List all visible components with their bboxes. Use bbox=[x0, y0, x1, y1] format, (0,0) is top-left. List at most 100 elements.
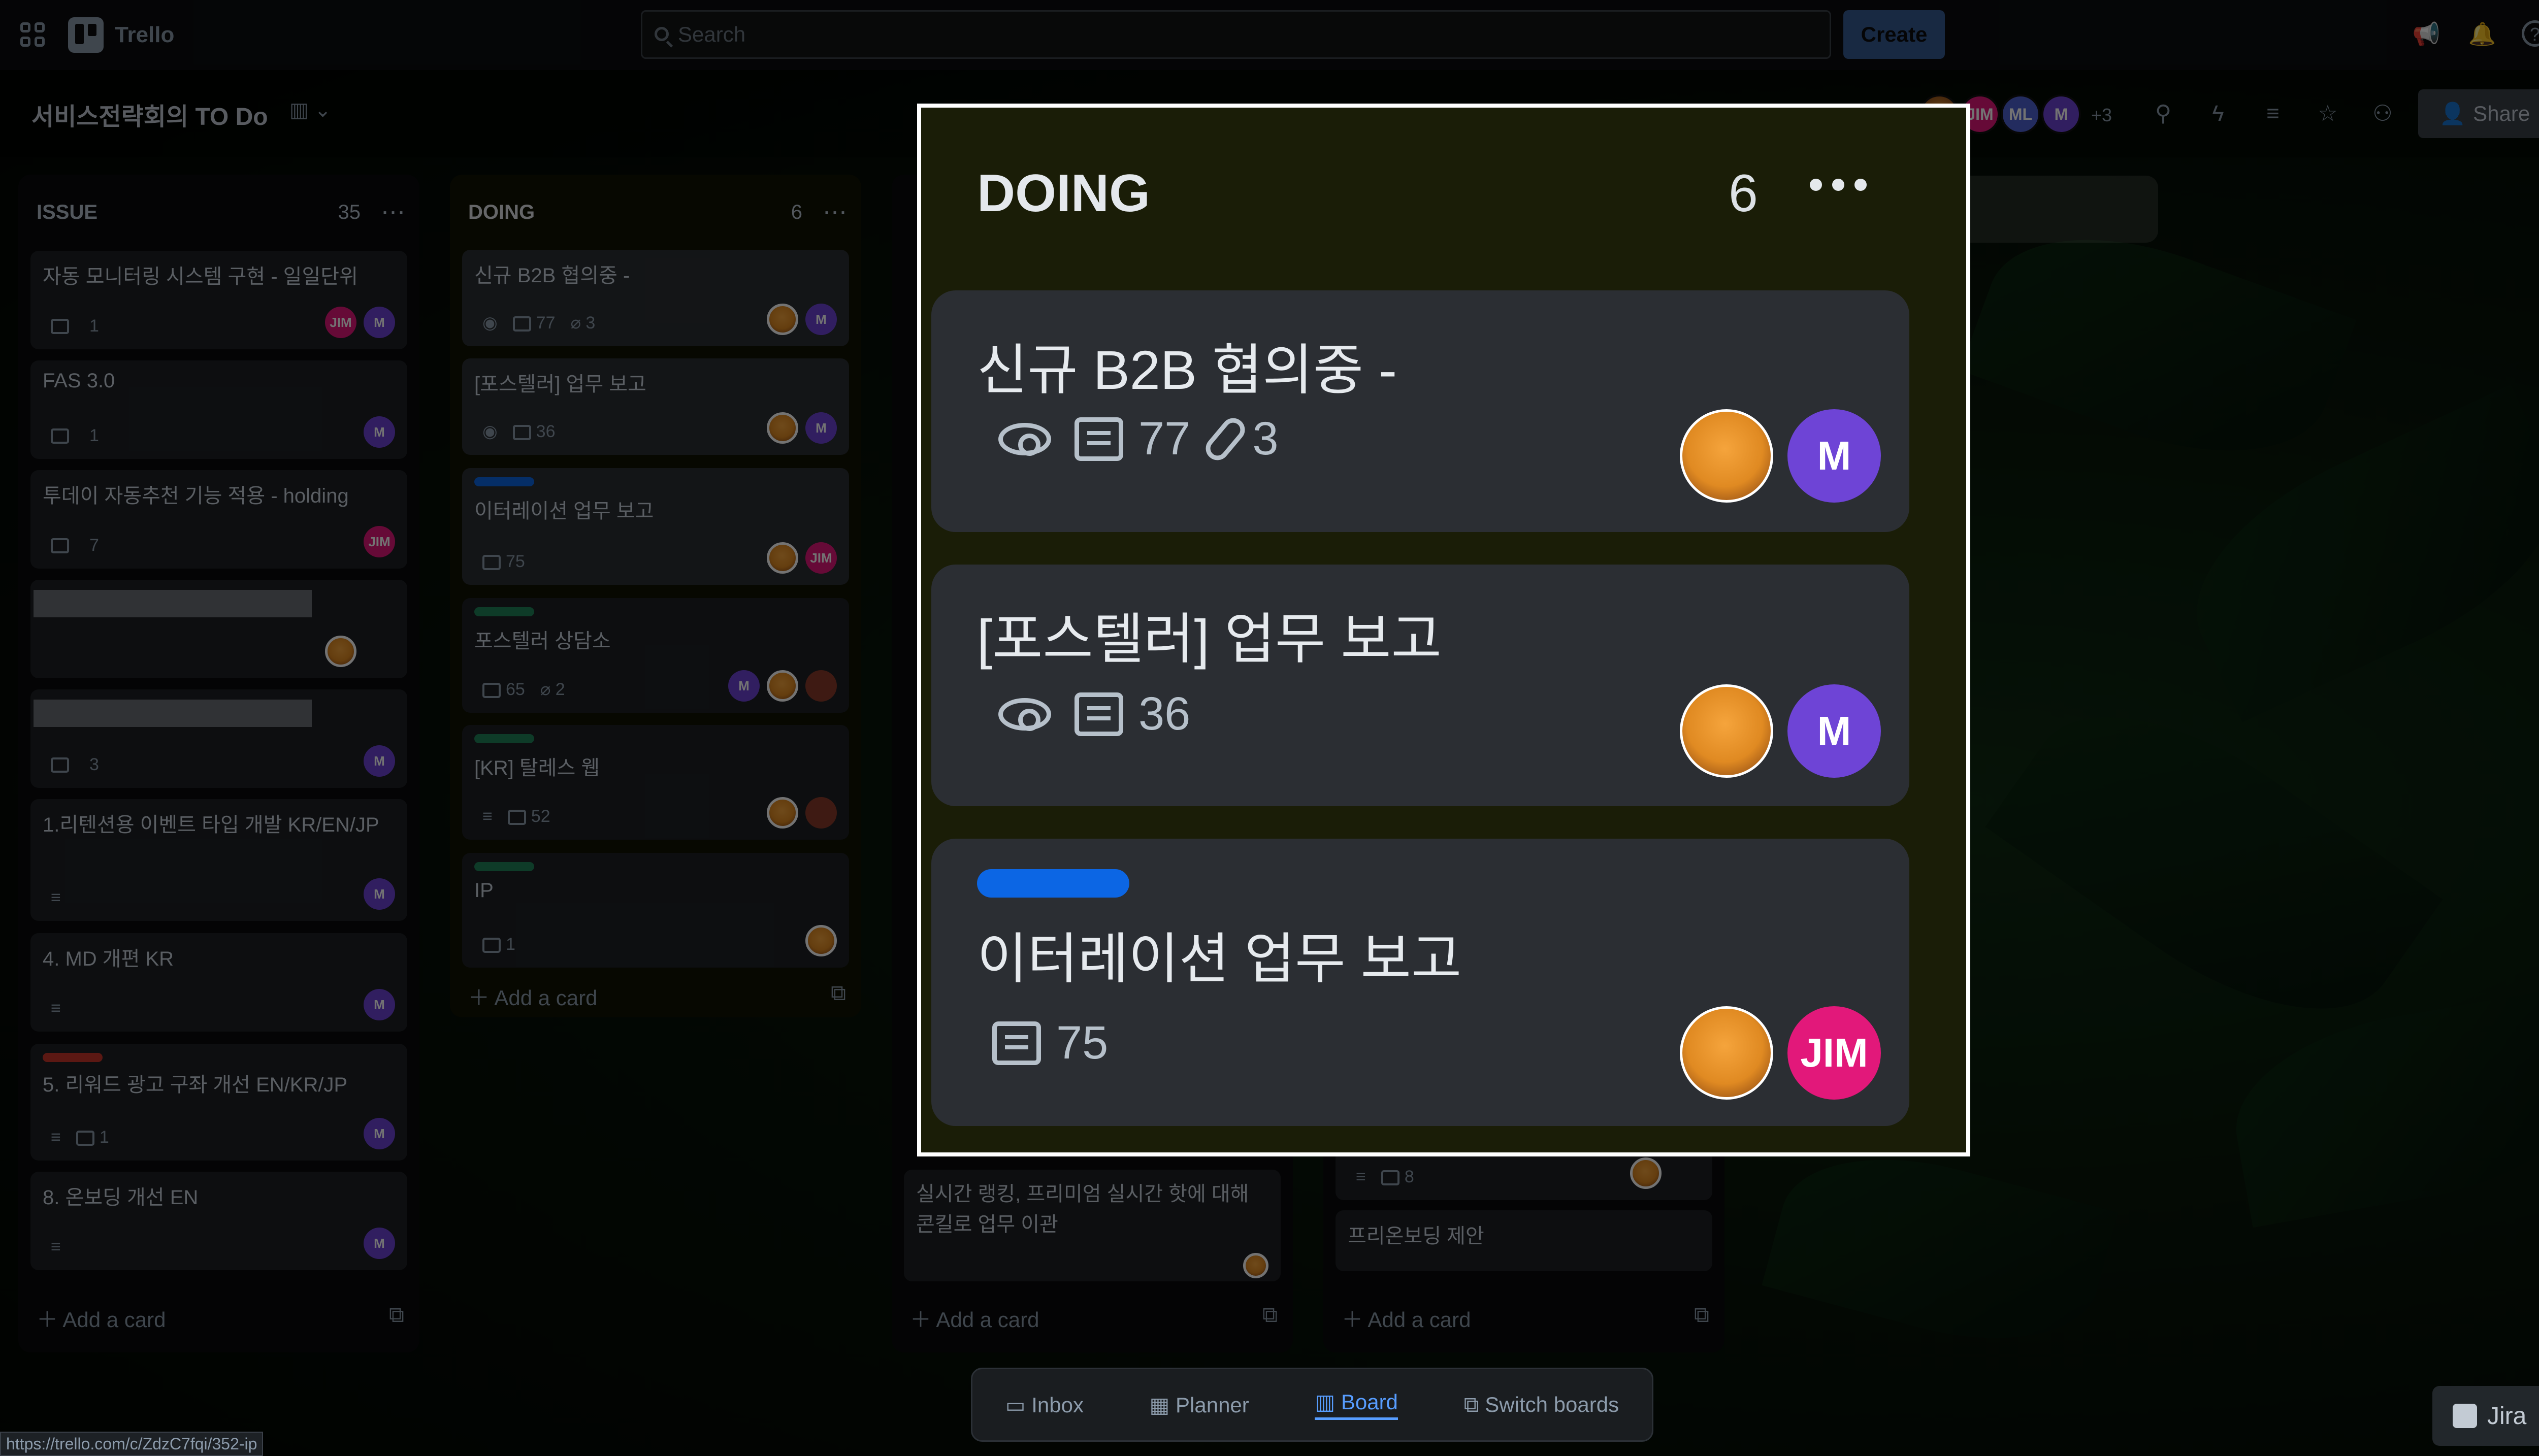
card[interactable]: 1.리텐션용 이벤트 타입 개발 KR/EN/JP ≡ M bbox=[30, 799, 407, 921]
card[interactable]: 투데이 자동추천 기능 적용 - holding 7 JIM bbox=[30, 470, 407, 569]
card[interactable]: 4. MD 개편 KR ≡ M bbox=[30, 933, 407, 1032]
app-switcher-icon[interactable] bbox=[20, 22, 45, 47]
add-card-button[interactable]: ＋ Add a card bbox=[468, 981, 598, 1012]
zoom-card-title: [포스텔러] 업무 보고 bbox=[977, 608, 1442, 670]
card[interactable]: 포스텔러 상담소 65 ⌀ 2 M bbox=[462, 598, 849, 713]
card-member-avatar[interactable]: M bbox=[805, 412, 837, 444]
add-card-button[interactable]: ＋ Add a card bbox=[910, 1303, 1039, 1334]
card-member-avatar[interactable] bbox=[325, 636, 356, 667]
zoom-card[interactable]: 신규 B2B 협의중 - 77 3 M bbox=[931, 290, 1909, 532]
card-member-avatar-ryan[interactable] bbox=[767, 542, 798, 574]
card-redacted[interactable] bbox=[30, 580, 407, 678]
automation-icon[interactable]: ϟ bbox=[2204, 100, 2232, 128]
card-member-avatar-ryan[interactable] bbox=[805, 925, 837, 956]
nav-switch-label: Switch boards bbox=[1485, 1392, 1619, 1416]
trello-logo[interactable]: Trello bbox=[68, 17, 174, 53]
card-member-avatar[interactable]: JIM bbox=[805, 542, 837, 574]
list-doing-header: DOING 6 ⋯ bbox=[468, 200, 848, 224]
bell-icon[interactable]: 🔔 bbox=[2468, 20, 2496, 49]
card[interactable]: FAS 3.0 1 M bbox=[30, 360, 407, 459]
list-title[interactable]: DOING bbox=[468, 201, 535, 224]
nav-board[interactable]: ▥ Board bbox=[1315, 1389, 1398, 1420]
card-member-avatar[interactable]: M bbox=[1787, 409, 1881, 503]
board-title[interactable]: 서비스전략회의 TO Do bbox=[31, 96, 268, 132]
member-avatar-m[interactable]: M bbox=[2041, 94, 2081, 134]
card-member-avatar[interactable]: M bbox=[364, 1118, 395, 1149]
zoom-list-menu-icon[interactable] bbox=[1810, 179, 1867, 191]
card-member-avatar[interactable]: M bbox=[728, 670, 760, 702]
card-member-avatar-ryan[interactable] bbox=[1680, 409, 1773, 503]
card[interactable]: IP 1 bbox=[462, 853, 849, 968]
board-view-switcher-icon[interactable]: ▥ ⌄ bbox=[289, 98, 331, 122]
card-member-avatar-ryan[interactable] bbox=[1243, 1253, 1268, 1278]
card-member-avatar[interactable]: M bbox=[364, 1228, 395, 1259]
comment-icon bbox=[482, 555, 501, 571]
nav-planner[interactable]: ▦ Planner bbox=[1150, 1393, 1249, 1417]
card-member-avatar[interactable]: M bbox=[1787, 684, 1881, 778]
card-member-avatar[interactable]: M bbox=[364, 878, 395, 910]
nav-switch-boards[interactable]: ⧉ Switch boards bbox=[1464, 1393, 1619, 1417]
comment-count: 65 bbox=[506, 679, 525, 699]
zoom-card[interactable]: 이터레이션 업무 보고 75 JIM bbox=[931, 839, 1909, 1126]
card-member-avatar[interactable]: JIM bbox=[1787, 1006, 1881, 1100]
card-member-avatar[interactable]: M bbox=[364, 416, 395, 448]
card-template-icon[interactable]: ⧉ bbox=[389, 1303, 404, 1328]
card-title: 프리온보딩 제안 bbox=[1348, 1225, 1484, 1247]
nav-inbox[interactable]: ▭ Inbox bbox=[1005, 1393, 1084, 1417]
list-title[interactable]: ISSUE bbox=[37, 201, 97, 224]
members-overflow-count[interactable]: +3 bbox=[2091, 105, 2112, 126]
card-member-avatar-other[interactable] bbox=[805, 797, 837, 829]
card[interactable]: 신규 B2B 협의중 - ◉ 77 ⌀ 3 M bbox=[462, 250, 849, 346]
list-menu-icon[interactable]: ⋯ bbox=[381, 200, 406, 224]
comment-icon bbox=[51, 428, 69, 444]
add-card-button[interactable]: ＋ Add a card bbox=[1342, 1303, 1471, 1334]
members-icon[interactable]: ⚇ bbox=[2368, 100, 2397, 128]
card-member-avatar-other[interactable] bbox=[805, 670, 837, 702]
card[interactable]: 프리온보딩 제안 bbox=[1336, 1210, 1712, 1271]
card[interactable]: 자동 모니터링 시스템 구현 - 일일단위 1 JIM M bbox=[30, 251, 407, 349]
card-title: [KR] 탈레스 웹 bbox=[474, 757, 600, 779]
card-member-avatar[interactable]: M bbox=[364, 745, 395, 777]
list-menu-icon[interactable]: ⋯ bbox=[823, 200, 848, 224]
comment-icon bbox=[76, 1131, 94, 1146]
card-template-icon[interactable]: ⧉ bbox=[1262, 1303, 1278, 1328]
card[interactable]: [KR] 탈레스 웹 ≡ 52 bbox=[462, 725, 849, 840]
add-card-button[interactable]: ＋ Add a card bbox=[37, 1303, 166, 1334]
card-member-avatar[interactable]: JIM bbox=[364, 526, 395, 557]
card-member-avatar[interactable]: M bbox=[364, 307, 395, 338]
card-member-avatar-ryan[interactable] bbox=[1680, 684, 1773, 778]
card[interactable]: 실시간 랭킹, 프리미엄 실시간 핫에 대해 콘킬로 업무 이관 bbox=[904, 1170, 1281, 1281]
jira-widget[interactable]: Jira ✕ bbox=[2432, 1386, 2539, 1446]
create-button[interactable]: Create bbox=[1843, 10, 1945, 59]
card[interactable]: 5. 리워드 광고 구좌 개선 EN/KR/JP ≡ 1 M bbox=[30, 1044, 407, 1161]
description-icon: ≡ bbox=[51, 1128, 61, 1147]
member-avatar-ml[interactable]: ML bbox=[2001, 94, 2040, 134]
search-input[interactable]: Search bbox=[641, 10, 1831, 59]
card-member-avatar[interactable]: M bbox=[364, 989, 395, 1020]
card-member-avatar-ryan[interactable] bbox=[1680, 1006, 1773, 1100]
card-template-icon[interactable]: ⧉ bbox=[1694, 1303, 1709, 1328]
help-icon[interactable]: ? bbox=[2522, 20, 2539, 47]
card-member-avatar-ryan[interactable] bbox=[767, 412, 798, 444]
card-member-avatar[interactable]: M bbox=[805, 304, 837, 335]
card[interactable]: [포스텔러] 업무 보고 ◉ 36 M bbox=[462, 358, 849, 455]
power-ups-icon[interactable]: ⚲ bbox=[2149, 100, 2177, 128]
card-member-avatar-ryan[interactable] bbox=[1630, 1157, 1662, 1189]
comment-count: 3 bbox=[89, 755, 99, 774]
comment-icon bbox=[512, 424, 531, 440]
zoom-card[interactable]: [포스텔러] 업무 보고 36 M bbox=[931, 565, 1909, 806]
share-button[interactable]: 👤 Share bbox=[2418, 89, 2539, 138]
card-template-icon[interactable]: ⧉ bbox=[831, 981, 846, 1006]
card-member-avatar-ryan[interactable] bbox=[767, 797, 798, 829]
card-member-avatar-ryan[interactable] bbox=[767, 304, 798, 335]
filter-icon[interactable]: ≡ bbox=[2259, 100, 2287, 128]
card-member-avatar[interactable]: JIM bbox=[325, 307, 356, 338]
card-member-avatar-ryan[interactable] bbox=[767, 670, 798, 702]
card[interactable]: 8. 온보딩 개선 EN ≡ M bbox=[30, 1172, 407, 1270]
card-title: 8. 온보딩 개선 EN bbox=[43, 1186, 199, 1209]
star-icon[interactable]: ☆ bbox=[2314, 100, 2342, 128]
megaphone-icon[interactable]: 📢 bbox=[2412, 20, 2440, 49]
nav-planner-label: Planner bbox=[1176, 1393, 1249, 1417]
card[interactable]: 이터레이션 업무 보고 75 JIM bbox=[462, 468, 849, 585]
card-redacted[interactable]: 3 M bbox=[30, 689, 407, 788]
